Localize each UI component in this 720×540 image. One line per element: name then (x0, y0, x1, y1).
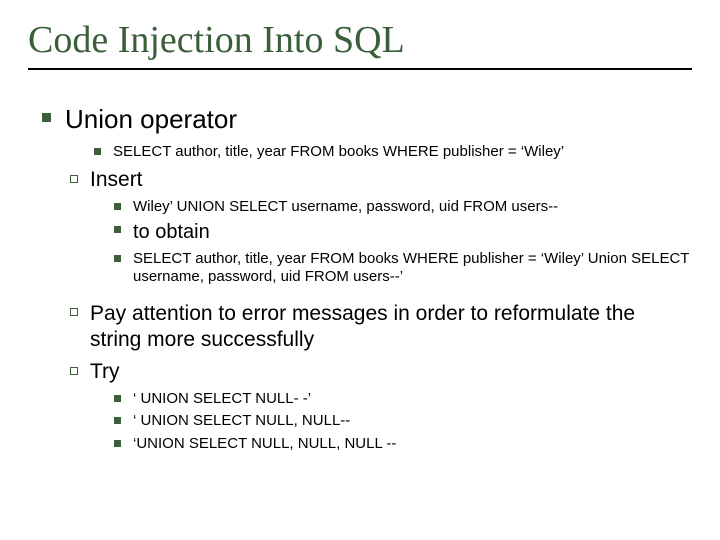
square-bullet-icon (42, 113, 51, 122)
square-bullet-icon (114, 395, 121, 402)
text: Insert (90, 168, 692, 192)
text: Try (90, 360, 692, 384)
square-bullet-icon (114, 203, 121, 210)
text: to obtain (133, 221, 692, 244)
text: Wiley’ UNION SELECT username, password, … (133, 198, 692, 217)
square-bullet-icon (114, 255, 121, 262)
bullet-null-3: ‘UNION SELECT NULL, NULL, NULL -- (114, 435, 692, 454)
open-square-bullet-icon (70, 175, 78, 183)
text: ‘UNION SELECT NULL, NULL, NULL -- (133, 435, 692, 454)
slide-title: Code Injection Into SQL (28, 18, 692, 62)
square-bullet-icon (114, 440, 121, 447)
text: ‘ UNION SELECT NULL- -’ (133, 390, 692, 409)
open-square-bullet-icon (70, 308, 78, 316)
bullet-select-wiley: SELECT author, title, year FROM books WH… (94, 143, 692, 162)
bullet-full-query: SELECT author, title, year FROM books WH… (114, 250, 692, 288)
square-bullet-icon (94, 148, 101, 155)
text: Pay attention to error messages in order… (90, 301, 692, 354)
open-square-bullet-icon (70, 367, 78, 375)
slide: Code Injection Into SQL Union operator S… (0, 0, 720, 540)
text: SELECT author, title, year FROM books WH… (133, 250, 692, 288)
text: ‘ UNION SELECT NULL, NULL-- (133, 412, 692, 431)
bullet-null-1: ‘ UNION SELECT NULL- -’ (114, 390, 692, 409)
bullet-null-2: ‘ UNION SELECT NULL, NULL-- (114, 412, 692, 431)
text: Union operator (65, 104, 692, 135)
bullet-insert: Insert (70, 168, 692, 192)
bullet-to-obtain: to obtain (114, 221, 692, 244)
title-rule (28, 68, 692, 70)
bullet-union-select-users: Wiley’ UNION SELECT username, password, … (114, 198, 692, 217)
square-bullet-icon (114, 417, 121, 424)
text: SELECT author, title, year FROM books WH… (113, 143, 692, 162)
bullet-union-operator: Union operator (42, 104, 692, 135)
bullet-try: Try (70, 360, 692, 384)
bullet-pay-attention: Pay attention to error messages in order… (70, 301, 692, 354)
square-bullet-icon (114, 226, 121, 233)
